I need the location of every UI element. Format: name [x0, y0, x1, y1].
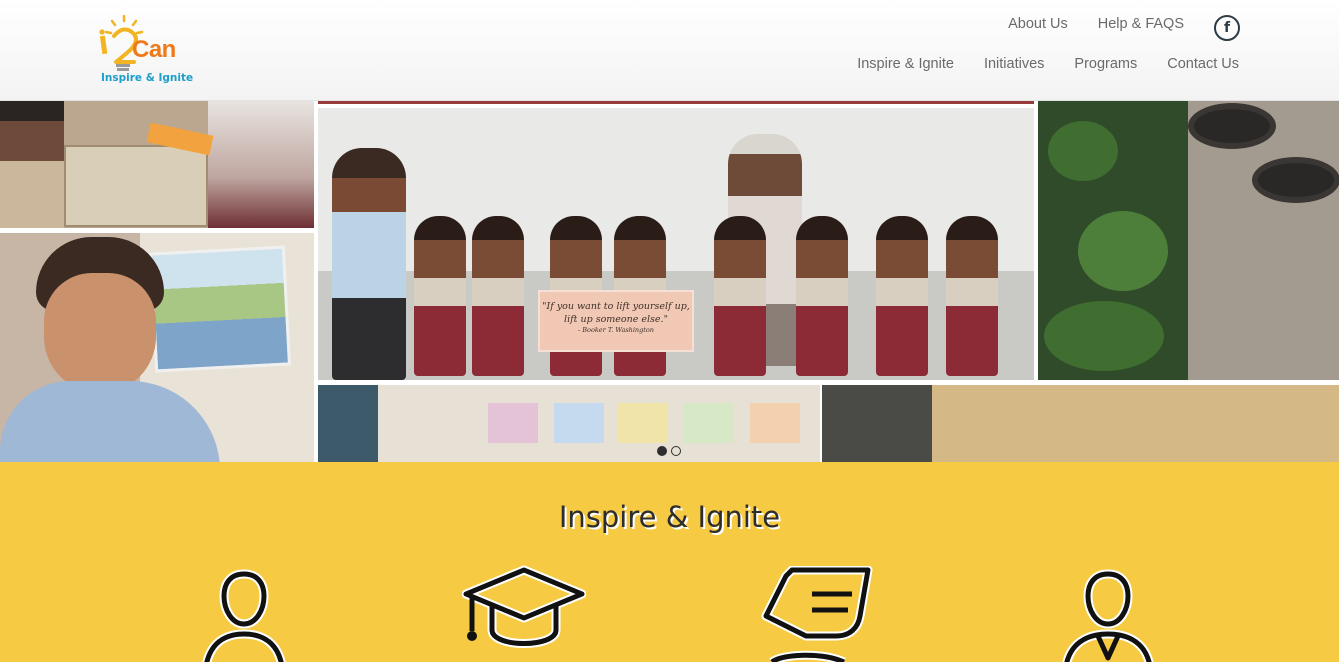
nav-item-inspire-ignite[interactable]: Inspire & Ignite	[857, 56, 954, 72]
utility-nav: About Us Help & FAQS	[1008, 16, 1184, 32]
facebook-icon[interactable]: f	[1214, 15, 1240, 41]
nav-link-about-us[interactable]: About Us	[1008, 16, 1068, 32]
photo-classroom	[318, 385, 820, 462]
quote-line-1: "If you want to lift yourself up,	[542, 301, 690, 312]
photo-group-with-books: "If you want to lift yourself up, lift u…	[318, 108, 1034, 380]
site-logo[interactable]: Can Inspire & Ignite	[98, 14, 194, 88]
section-title: Inspire & Ignite	[558, 500, 781, 534]
nav-link-help-faqs[interactable]: Help & FAQS	[1098, 16, 1184, 32]
nav-item-initiatives[interactable]: Initiatives	[984, 56, 1044, 72]
logo-wordmark: Can	[132, 36, 176, 63]
quote-line-2: lift up someone else."	[564, 314, 668, 325]
photo-school-hall	[822, 385, 1339, 462]
photo-school-garden	[1038, 101, 1339, 380]
logo-tagline: Inspire & Ignite	[101, 72, 194, 84]
slider-dot-2[interactable]	[671, 446, 681, 456]
mentor-icon	[1062, 569, 1154, 662]
photo-smiling-boy	[0, 233, 314, 462]
nav-item-contact-us[interactable]: Contact Us	[1167, 56, 1239, 72]
slider-dot-1[interactable]	[657, 446, 667, 456]
graduate-icon	[462, 565, 586, 648]
inspire-ignite-section: Inspire & Ignite	[0, 462, 1339, 662]
main-nav: Inspire & Ignite Initiatives Programs Co…	[857, 56, 1239, 72]
site-header: Can Inspire & Ignite About Us Help & FAQ…	[0, 0, 1339, 101]
quote-author: - Booker T. Washington	[578, 326, 654, 334]
helping-hand-icon	[761, 566, 873, 662]
student-icon	[202, 569, 286, 662]
quote-board: "If you want to lift yourself up, lift u…	[538, 290, 694, 352]
hero-slider[interactable]: "If you want to lift yourself up, lift u…	[0, 101, 1339, 462]
photo-students-desk	[0, 101, 314, 228]
slider-pagination	[657, 446, 681, 456]
nav-item-programs[interactable]: Programs	[1074, 56, 1137, 72]
